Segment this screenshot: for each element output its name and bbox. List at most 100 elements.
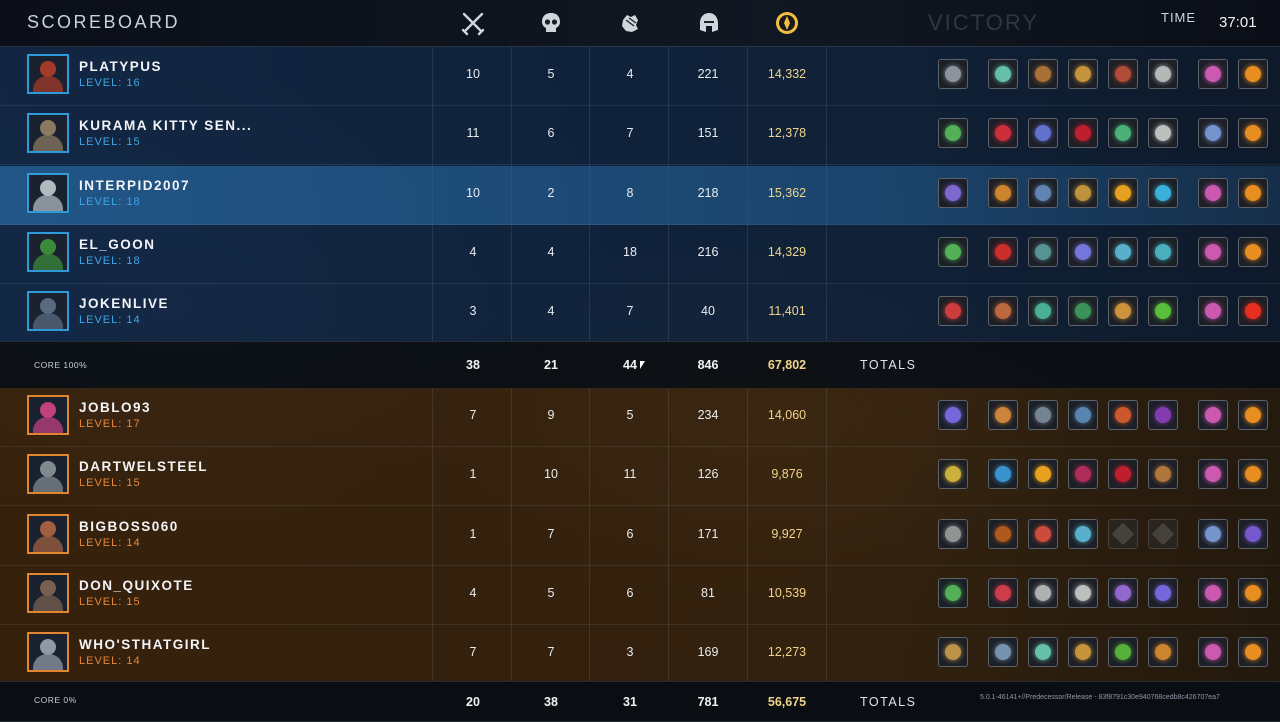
hero-portrait[interactable] xyxy=(27,513,69,554)
consumable-slot-icon[interactable] xyxy=(1238,400,1268,430)
item-slot-icon[interactable] xyxy=(1068,637,1098,668)
item-slot-icon[interactable] xyxy=(1108,577,1138,608)
item-slot-icon[interactable] xyxy=(1028,296,1058,327)
item-slot-icon[interactable] xyxy=(988,118,1018,149)
hero-portrait[interactable] xyxy=(27,231,69,272)
item-slot-icon[interactable] xyxy=(1068,459,1098,490)
consumable-slot-icon[interactable] xyxy=(1238,459,1268,490)
empty-item-slot-icon[interactable] xyxy=(1108,518,1138,549)
item-slot-icon[interactable] xyxy=(988,577,1018,608)
item-slot-icon[interactable] xyxy=(1148,236,1178,267)
consumable-slot-icon[interactable] xyxy=(1238,637,1268,668)
empty-item-slot-icon[interactable] xyxy=(1148,518,1178,549)
player-row[interactable]: EL_GOON LEVEL: 18 4 4 18 216 14,329 xyxy=(0,225,1280,284)
item-slot-icon[interactable] xyxy=(1068,577,1098,608)
hero-portrait[interactable] xyxy=(27,572,69,613)
item-slot-icon[interactable] xyxy=(1148,118,1178,149)
item-slot-icon[interactable] xyxy=(988,177,1018,208)
item-slot-icon[interactable] xyxy=(1148,577,1178,608)
consumable-slot-icon[interactable] xyxy=(1198,637,1228,668)
item-slot-icon[interactable] xyxy=(938,577,968,608)
item-slot-icon[interactable] xyxy=(1108,177,1138,208)
item-slot-icon[interactable] xyxy=(1028,459,1058,490)
item-slot-icon[interactable] xyxy=(1068,400,1098,430)
item-slot-icon[interactable] xyxy=(1068,236,1098,267)
item-slot-icon[interactable] xyxy=(938,236,968,267)
consumable-slot-icon[interactable] xyxy=(1238,118,1268,149)
item-slot-icon[interactable] xyxy=(1068,177,1098,208)
item-slot-icon[interactable] xyxy=(1068,518,1098,549)
hero-portrait[interactable] xyxy=(27,54,69,94)
consumable-slot-icon[interactable] xyxy=(1198,400,1228,430)
item-slot-icon[interactable] xyxy=(1108,118,1138,149)
item-slot-icon[interactable] xyxy=(1148,177,1178,208)
item-slot-icon[interactable] xyxy=(938,637,968,668)
player-row[interactable]: KURAMA KITTY SEN... LEVEL: 15 11 6 7 151 12,37… xyxy=(0,106,1280,166)
player-row[interactable]: DARTWELSTEEL LEVEL: 15 1 10 11 126 9,876 xyxy=(0,447,1280,507)
player-row[interactable]: JOKENLIVE LEVEL: 14 3 4 7 40 11,401 xyxy=(0,284,1280,344)
item-slot-icon[interactable] xyxy=(938,518,968,549)
item-slot-icon[interactable] xyxy=(1028,637,1058,668)
player-row[interactable]: PLATYPUS LEVEL: 16 10 5 4 221 14,332 xyxy=(0,47,1280,106)
item-slot-icon[interactable] xyxy=(988,59,1018,89)
consumable-slot-icon[interactable] xyxy=(1198,518,1228,549)
hero-portrait[interactable] xyxy=(27,113,69,154)
consumable-slot-icon[interactable] xyxy=(1198,59,1228,89)
hero-portrait[interactable] xyxy=(27,632,69,673)
item-slot-icon[interactable] xyxy=(988,236,1018,267)
consumable-slot-icon[interactable] xyxy=(1238,518,1268,549)
consumable-slot-icon[interactable] xyxy=(1238,577,1268,608)
consumable-slot-icon[interactable] xyxy=(1238,59,1268,89)
consumable-slot-icon[interactable] xyxy=(1238,177,1268,208)
consumable-slot-icon[interactable] xyxy=(1198,118,1228,149)
item-slot-icon[interactable] xyxy=(1068,118,1098,149)
item-slot-icon[interactable] xyxy=(938,296,968,327)
consumable-slot-icon[interactable] xyxy=(1198,236,1228,267)
player-row[interactable]: DON_QUIXOTE LEVEL: 15 4 5 6 81 10,539 xyxy=(0,566,1280,625)
item-slot-icon[interactable] xyxy=(1108,236,1138,267)
item-slot-icon[interactable] xyxy=(1068,59,1098,89)
item-slot-icon[interactable] xyxy=(988,400,1018,430)
item-slot-icon[interactable] xyxy=(1108,400,1138,430)
item-slot-icon[interactable] xyxy=(1108,296,1138,327)
item-slot-icon[interactable] xyxy=(938,459,968,490)
item-slot-icon[interactable] xyxy=(1028,177,1058,208)
item-slot-icon[interactable] xyxy=(1028,59,1058,89)
player-row[interactable]: JOBLO93 LEVEL: 17 7 9 5 234 14,060 xyxy=(0,388,1280,447)
item-slot-icon[interactable] xyxy=(938,400,968,430)
item-slot-icon[interactable] xyxy=(1068,296,1098,327)
item-slot-icon[interactable] xyxy=(1148,637,1178,668)
item-slot-icon[interactable] xyxy=(1148,400,1178,430)
item-slot-icon[interactable] xyxy=(1148,296,1178,327)
item-slot-icon[interactable] xyxy=(1108,59,1138,89)
item-slot-icon[interactable] xyxy=(1028,577,1058,608)
item-slot-icon[interactable] xyxy=(1148,459,1178,490)
item-slot-icon[interactable] xyxy=(1028,400,1058,430)
item-slot-icon[interactable] xyxy=(1028,518,1058,549)
item-slot-icon[interactable] xyxy=(988,459,1018,490)
player-row[interactable]: BIGBOSS060 LEVEL: 14 1 7 6 171 9,927 xyxy=(0,507,1280,566)
consumable-slot-icon[interactable] xyxy=(1238,236,1268,267)
hero-portrait[interactable] xyxy=(27,395,69,435)
item-slot-icon[interactable] xyxy=(1028,118,1058,149)
consumable-slot-icon[interactable] xyxy=(1198,459,1228,490)
hero-portrait[interactable] xyxy=(27,454,69,495)
item-slot-icon[interactable] xyxy=(1108,459,1138,490)
consumable-slot-icon[interactable] xyxy=(1198,296,1228,327)
item-slot-icon[interactable] xyxy=(1108,637,1138,668)
hero-portrait[interactable] xyxy=(27,172,69,213)
item-slot-icon[interactable] xyxy=(1028,236,1058,267)
item-slot-icon[interactable] xyxy=(988,518,1018,549)
item-slot-icon[interactable] xyxy=(988,637,1018,668)
player-row[interactable]: WHO'STHATGIRL LEVEL: 14 7 7 3 169 12,273 xyxy=(0,625,1280,685)
consumable-slot-icon[interactable] xyxy=(1238,296,1268,327)
consumable-slot-icon[interactable] xyxy=(1198,177,1228,208)
item-slot-icon[interactable] xyxy=(938,118,968,149)
consumable-slot-icon[interactable] xyxy=(1198,577,1228,608)
player-row[interactable]: INTERPID2007 LEVEL: 18 10 2 8 218 15,362 xyxy=(0,165,1280,225)
item-slot-icon[interactable] xyxy=(938,177,968,208)
item-slot-icon[interactable] xyxy=(988,296,1018,327)
item-slot-icon[interactable] xyxy=(938,59,968,89)
hero-portrait[interactable] xyxy=(27,291,69,332)
item-slot-icon[interactable] xyxy=(1148,59,1178,89)
